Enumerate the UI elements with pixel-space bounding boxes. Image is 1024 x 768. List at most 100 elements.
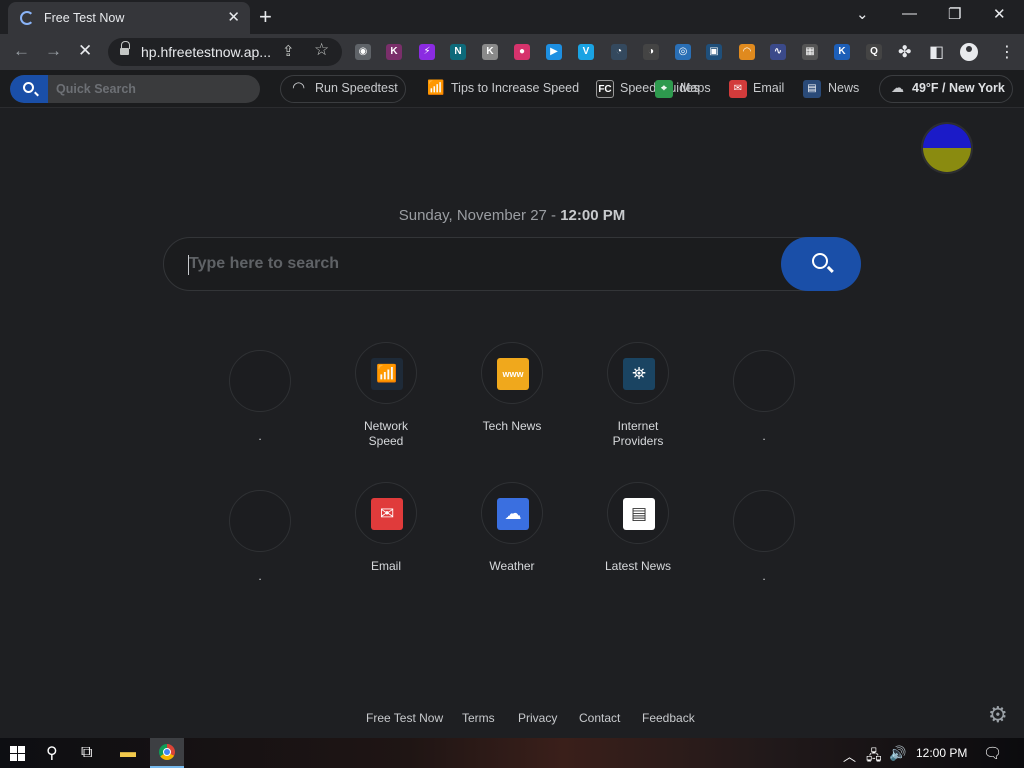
ring-icon[interactable]: ◎ <box>675 44 691 60</box>
maps-link[interactable]: Maps <box>680 81 711 95</box>
shortcut-tile[interactable]: ⛯ Internet Providers <box>578 342 698 449</box>
shortcut-tile[interactable]: . <box>200 490 320 584</box>
settings-gear-icon[interactable]: ⚙ <box>988 702 1008 728</box>
network-icon[interactable]: 🖧 <box>866 745 882 768</box>
search-input[interactable]: Type here to search <box>189 255 339 273</box>
task-view-icon[interactable]: ⧉ <box>81 744 92 762</box>
tile-label[interactable]: Email <box>326 559 446 574</box>
windows-start-icon[interactable] <box>10 746 25 761</box>
k-icon[interactable]: K <box>386 44 402 60</box>
chrome-taskbar-icon[interactable] <box>150 738 184 768</box>
chart-icon[interactable]: ▦ <box>802 44 818 60</box>
monitor-icon[interactable]: ▣ <box>706 44 722 60</box>
forward-button[interactable]: → <box>45 41 62 61</box>
tile-label[interactable]: . <box>704 569 824 584</box>
tab-close-icon[interactable]: ✕ <box>227 8 240 26</box>
speedometer-icon: ◠ <box>292 79 306 96</box>
tile-label[interactable]: . <box>704 429 824 444</box>
search-button[interactable] <box>781 237 861 291</box>
tile-circle[interactable]: ▤ <box>607 482 669 544</box>
tile-circle[interactable] <box>229 490 291 552</box>
shortcut-tile[interactable]: . <box>704 490 824 584</box>
run-speedtest-label[interactable]: Run Speedtest <box>315 81 398 95</box>
tile-label[interactable]: . <box>200 429 320 444</box>
notification-icon[interactable]: 🗨 <box>983 744 1002 762</box>
minimize-button[interactable]: — <box>902 5 917 22</box>
tile-circle[interactable]: 📶 <box>355 342 417 404</box>
shortcut-tile[interactable]: ✉ Email <box>326 482 446 574</box>
footer-link-contact[interactable]: Contact <box>579 711 620 725</box>
v-icon[interactable]: V <box>578 44 594 60</box>
user-avatar[interactable] <box>921 122 973 174</box>
extensions-puzzle-icon[interactable]: ✤ <box>898 42 911 62</box>
profile-icon[interactable] <box>960 43 978 61</box>
stop-button[interactable]: ✕ <box>78 41 92 61</box>
bookmark-star-icon[interactable]: ☆ <box>314 40 329 60</box>
address-bar[interactable]: hp.hfreetestnow.ap... <box>108 38 342 66</box>
k3-icon[interactable]: K <box>834 44 850 60</box>
volume-icon[interactable]: 🔊 <box>889 745 906 762</box>
footer-link-feedback[interactable]: Feedback <box>642 711 695 725</box>
tile-circle[interactable] <box>733 490 795 552</box>
n-icon[interactable]: N <box>450 44 466 60</box>
tray-chevron-icon[interactable]: ︿ <box>843 746 856 765</box>
tips-link[interactable]: Tips to Increase Speed <box>451 81 579 95</box>
game-icon[interactable]: ● <box>514 44 530 60</box>
tile-circle[interactable]: ✉ <box>355 482 417 544</box>
play-icon[interactable]: ▶ <box>546 44 562 60</box>
news-link[interactable]: News <box>828 81 859 95</box>
q-icon[interactable]: Q <box>866 44 882 60</box>
email-link[interactable]: Email <box>753 81 784 95</box>
tile-circle[interactable] <box>733 350 795 412</box>
footer-link-privacy[interactable]: Privacy <box>518 711 557 725</box>
gauge-icon[interactable]: ◑ <box>643 44 659 60</box>
new-tab-button[interactable]: + <box>259 4 272 30</box>
taskbar-clock[interactable]: 12:00 PM <box>916 746 967 760</box>
cloud-icon: ☁ <box>497 498 529 530</box>
side-panel-icon[interactable]: ◧ <box>929 42 944 62</box>
rainbow-icon[interactable]: ◠ <box>739 44 755 60</box>
back-button[interactable]: ← <box>13 41 30 61</box>
bolt-icon[interactable]: ⚡ <box>419 44 435 60</box>
footer-link-home[interactable]: Free Test Now <box>366 711 443 725</box>
tab-title: Free Test Now <box>44 11 125 25</box>
shortcut-tile[interactable]: 📶 Network Speed <box>326 342 446 449</box>
menu-icon[interactable]: ⋮ <box>999 42 1015 62</box>
quick-search-box[interactable]: Quick Search <box>10 75 260 103</box>
tile-circle[interactable]: www <box>481 342 543 404</box>
shortcut-tile[interactable]: . <box>200 350 320 444</box>
tile-label[interactable]: Weather <box>452 559 572 574</box>
tab-search-icon[interactable]: ⌄ <box>856 5 869 23</box>
restore-button[interactable]: ❐ <box>948 5 961 23</box>
lock-icon[interactable] <box>120 41 130 56</box>
tile-label[interactable]: Internet Providers <box>598 419 678 449</box>
tile-label[interactable]: Tech News <box>452 419 572 434</box>
main-search-box[interactable]: Type here to search <box>163 237 861 291</box>
tile-circle[interactable]: ☁ <box>481 482 543 544</box>
tile-label[interactable]: Latest News <box>578 559 698 574</box>
close-window-button[interactable]: ✕ <box>993 5 1006 23</box>
shortcut-tile[interactable]: . <box>704 350 824 444</box>
shortcut-tile[interactable]: ▤ Latest News <box>578 482 698 574</box>
tile-label[interactable]: . <box>200 569 320 584</box>
footer-link-terms[interactable]: Terms <box>462 711 495 725</box>
k2-icon[interactable]: K <box>482 44 498 60</box>
wave-icon[interactable]: ∿ <box>770 44 786 60</box>
share-icon[interactable]: ⇪ <box>282 42 295 60</box>
weather-text[interactable]: 49°F / New York <box>912 81 1005 95</box>
camera-icon[interactable]: ◉ <box>355 44 371 60</box>
speedometer-icon[interactable]: ◔ <box>611 44 627 60</box>
quick-search-button[interactable] <box>10 75 48 103</box>
tile-label[interactable]: Network Speed <box>346 419 426 449</box>
url-text[interactable]: hp.hfreetestnow.ap... <box>141 44 271 60</box>
file-explorer-icon[interactable]: ▬ <box>120 744 136 762</box>
tile-circle[interactable]: ⛯ <box>607 342 669 404</box>
tile-circle[interactable] <box>229 350 291 412</box>
browser-tab[interactable]: Free Test Now ✕ <box>8 2 250 34</box>
main-content: Sunday, November 27 - 12:00 PM Type here… <box>0 108 1024 738</box>
quick-search-placeholder[interactable]: Quick Search <box>56 82 136 96</box>
screen: Free Test Now ✕ + ⌄ — ❐ ✕ ← → ✕ hp.hfree… <box>0 0 1024 768</box>
taskbar-search-icon[interactable]: ⚲ <box>46 743 58 763</box>
shortcut-tile[interactable]: www Tech News <box>452 342 572 434</box>
shortcut-tile[interactable]: ☁ Weather <box>452 482 572 574</box>
